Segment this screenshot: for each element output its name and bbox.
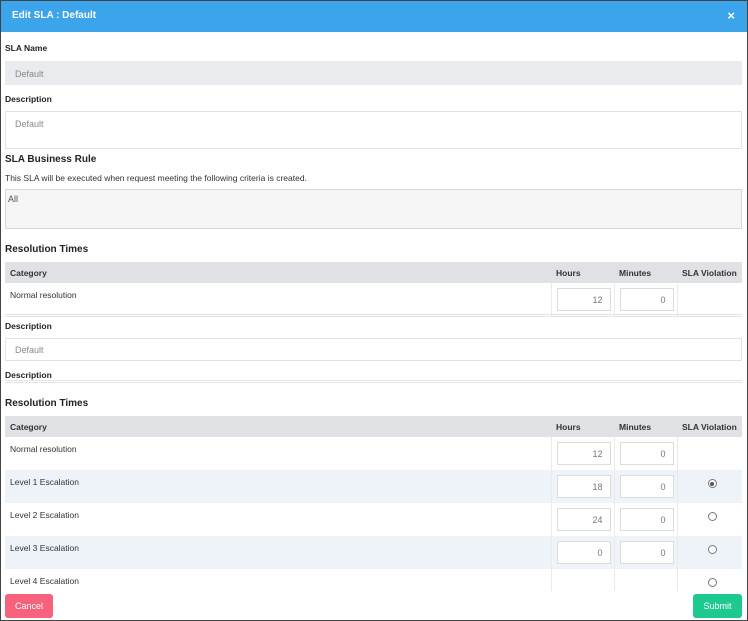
violation-cell [677, 283, 742, 317]
edit-sla-dialog: Edit SLA : Default × SLA Name Default De… [0, 0, 748, 621]
minutes-input[interactable]: 0 [619, 288, 674, 311]
sla-violation-radio[interactable] [707, 479, 717, 488]
col-sla-violation: SLA Violation [677, 416, 742, 437]
submit-button[interactable]: Submit [693, 594, 742, 618]
description-input-2[interactable]: Default [5, 338, 742, 361]
description-input[interactable]: Default [5, 111, 742, 149]
hours-input[interactable]: 18 [556, 475, 611, 498]
category-cell: Level 2 Escalation [5, 503, 552, 536]
resolution-table-2: Category Hours Minutes SLA Violation Nor… [5, 416, 742, 591]
dialog-title: Edit SLA : Default [12, 10, 97, 21]
close-icon[interactable]: × [727, 8, 735, 23]
description-label-2: Description [5, 321, 52, 331]
cancel-button[interactable]: Cancel [5, 594, 53, 618]
business-rule-text: This SLA will be executed when request m… [5, 173, 307, 183]
category-cell: Normal resolution [5, 437, 552, 470]
col-hours: Hours [551, 262, 614, 283]
col-sla-violation: SLA Violation [677, 262, 742, 283]
col-hours: Hours [551, 416, 614, 437]
col-category: Category [5, 262, 551, 283]
hours-input[interactable]: 12 [556, 442, 611, 465]
sla-name-input: Default [5, 61, 742, 85]
sla-violation-radio[interactable] [707, 545, 717, 554]
table-row: Level 4 Escalation [5, 569, 742, 591]
hours-input[interactable]: 12 [556, 288, 611, 311]
dialog-header: Edit SLA : Default × [1, 1, 747, 32]
category-cell: Level 3 Escalation [5, 536, 552, 569]
minutes-input[interactable]: 0 [619, 475, 674, 498]
sla-violation-radio[interactable] [707, 578, 717, 587]
business-rule-box[interactable]: All [5, 189, 742, 229]
minutes-input[interactable]: 0 [619, 541, 674, 564]
table-row: Normal resolution 12 0 [5, 437, 742, 470]
scroll-divider [5, 380, 742, 383]
hours-cell [551, 569, 615, 591]
sla-name-label: SLA Name [5, 43, 48, 53]
description-label: Description [5, 94, 52, 104]
table-row: Level 1 Escalation 18 0 [5, 470, 742, 503]
description-label-3: Description [5, 370, 52, 380]
hours-input[interactable]: 24 [556, 508, 611, 531]
sla-violation-radio[interactable] [707, 512, 717, 521]
resolution-times-title-2: Resolution Times [5, 398, 89, 409]
col-minutes: Minutes [614, 262, 677, 283]
category-cell: Normal resolution [5, 283, 552, 317]
col-category: Category [5, 416, 551, 437]
table-row: Level 2 Escalation 24 0 [5, 503, 742, 536]
minutes-cell [614, 569, 678, 591]
resolution-times-title: Resolution Times [5, 244, 89, 255]
category-cell: Level 4 Escalation [5, 569, 552, 591]
table-row: Level 3 Escalation 0 0 [5, 536, 742, 569]
violation-cell [677, 437, 742, 470]
category-cell: Level 1 Escalation [5, 470, 552, 503]
table-row: Normal resolution 12 0 [5, 283, 742, 317]
minutes-input[interactable]: 0 [619, 442, 674, 465]
divider [5, 314, 742, 317]
hours-input[interactable]: 0 [556, 541, 611, 564]
business-rule-title: SLA Business Rule [5, 154, 97, 165]
col-minutes: Minutes [614, 416, 677, 437]
resolution-table-1: Category Hours Minutes SLA Violation Nor… [5, 262, 742, 317]
minutes-input[interactable]: 0 [619, 508, 674, 531]
